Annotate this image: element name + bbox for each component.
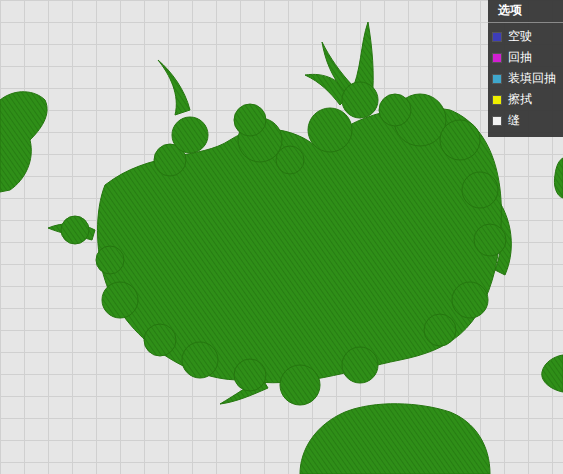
model-view[interactable] [0,0,563,474]
model-bump [102,282,138,318]
color-swatch-icon [492,53,502,63]
model-bump [474,224,506,256]
model-bump [280,365,320,405]
model-bump [308,108,352,152]
legend-label: 装填回抽 [508,70,556,87]
model-bump [342,347,378,383]
model-bottom [300,404,490,474]
color-swatch-icon [492,32,502,42]
legend-item[interactable]: 回抽 [488,47,563,68]
color-swatch-icon [492,116,502,126]
model-right-partial [542,355,563,392]
legend-title: 选项 [488,0,563,23]
model-bump [234,359,266,391]
legend-label: 缝 [508,112,520,129]
model-bump [424,314,456,346]
model-bump [452,282,488,318]
legend-label: 擦拭 [508,91,532,108]
color-swatch-icon [492,74,502,84]
legend-label: 回抽 [508,49,532,66]
model-bump [144,324,176,356]
legend-panel: 选项 空驶 回抽 装填回抽 擦拭 缝 [488,0,563,137]
model-bump [61,216,89,244]
model-bump [182,342,218,378]
model-bump [234,104,266,136]
model-main [98,107,502,382]
legend-item[interactable]: 装填回抽 [488,68,563,89]
slicer-preview[interactable]: 选项 空驶 回抽 装填回抽 擦拭 缝 [0,0,563,474]
model-bump [96,246,124,274]
legend-item[interactable]: 缝 [488,110,563,131]
horn [158,60,190,115]
model-bump [342,82,378,118]
legend-item[interactable]: 空驶 [488,26,563,47]
model-right-edge [554,158,563,198]
model-bump [440,120,480,160]
model-bump [172,117,208,153]
legend-label: 空驶 [508,28,532,45]
model-bump [379,94,411,126]
model-bump [276,146,304,174]
horn [322,42,352,92]
model-bump [462,172,498,208]
model-left-partial [0,92,47,192]
legend-item[interactable]: 擦拭 [488,89,563,110]
color-swatch-icon [492,95,502,105]
